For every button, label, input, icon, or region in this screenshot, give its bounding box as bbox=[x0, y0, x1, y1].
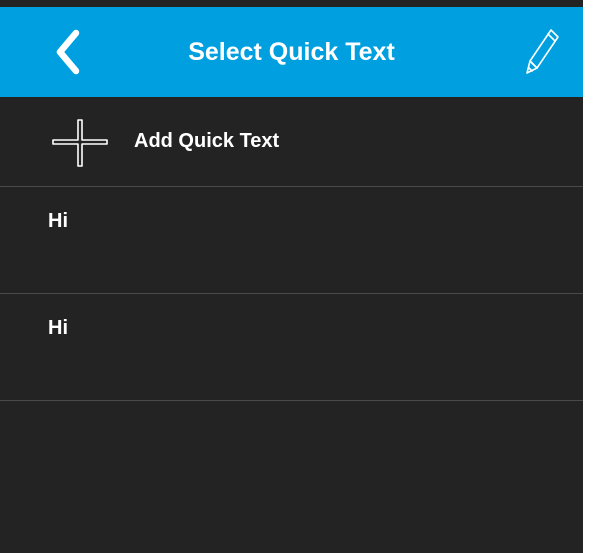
quick-text-label: Hi bbox=[48, 210, 68, 232]
quick-text-label: Hi bbox=[48, 317, 68, 339]
chevron-left-icon bbox=[56, 29, 80, 75]
quick-text-item[interactable]: Hi bbox=[0, 187, 583, 294]
pencil-icon bbox=[526, 29, 559, 74]
add-quick-text-row[interactable]: Add Quick Text bbox=[0, 97, 583, 187]
add-quick-text-label: Add Quick Text bbox=[134, 130, 280, 152]
edit-button[interactable] bbox=[518, 25, 570, 81]
header-bar: Select Quick Text bbox=[0, 7, 583, 97]
quick-text-screen: Select Quick Text Add Quick Text Hi Hi bbox=[0, 0, 583, 553]
plus-icon bbox=[50, 117, 110, 169]
quick-text-item[interactable]: Hi bbox=[0, 294, 583, 401]
window-edge bbox=[583, 0, 593, 553]
back-button[interactable] bbox=[42, 24, 98, 80]
